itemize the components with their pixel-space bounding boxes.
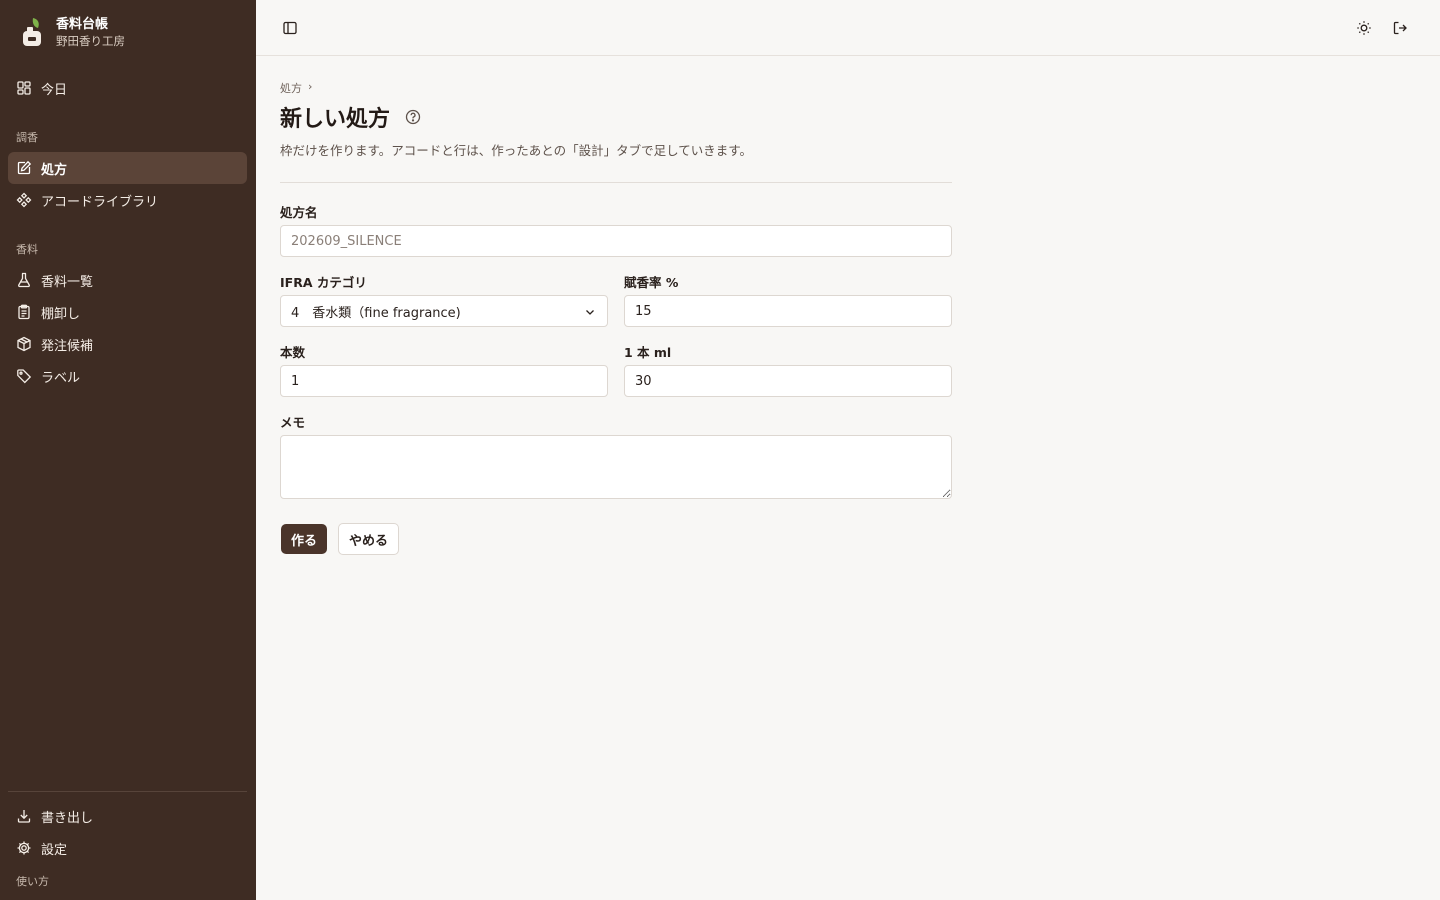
memo-label: メモ [280, 415, 306, 430]
sidebar-item-label: 今日 [41, 82, 68, 98]
create-button[interactable]: 作る [281, 524, 328, 554]
sidebar-item-accord-library[interactable]: アコードライブラリ [8, 184, 247, 216]
breadcrumb-link-formula[interactable]: 処方 [280, 80, 302, 96]
sidebar-item-today[interactable]: 今日 [8, 72, 247, 104]
chevron-down-icon [586, 310, 594, 315]
fragrance-rate-input[interactable] [624, 295, 952, 327]
flask-icon [18, 272, 30, 288]
help-circle-icon[interactable] [404, 108, 422, 126]
tag-icon [17, 369, 32, 384]
top-header [256, 0, 1440, 56]
logout-icon [1393, 21, 1407, 35]
sidebar-item-label: 書き出し [41, 810, 94, 826]
memo-textarea[interactable] [280, 435, 952, 499]
sidebar-divider [8, 791, 247, 792]
bottle-count-input[interactable] [280, 365, 608, 397]
components-icon [16, 192, 32, 208]
sidebar-item-materials[interactable]: 香料一覧 [8, 264, 247, 296]
formula-name-input[interactable] [280, 225, 952, 257]
sidebar-item-label: 香料一覧 [41, 274, 94, 290]
ml-per-bottle-input[interactable] [624, 365, 952, 397]
clipboard-icon [18, 304, 30, 320]
nav-section-blend: 調香 [16, 131, 38, 144]
page-title-row: 新しい処方 [280, 101, 422, 133]
sun-icon [1357, 21, 1371, 35]
edit-note-icon [17, 160, 32, 175]
sidebar: 香料台帳 野田香り工房 今日 調香 処方 アコードライブラリ 香料 香料一覧 棚… [0, 0, 256, 900]
brand-logo-icon [20, 16, 44, 48]
page-title: 新しい処方 [280, 107, 391, 132]
breadcrumb: 処方 › [280, 80, 312, 96]
page-description: 枠だけを作ります。アコードと行は、作ったあとの「設計」タブで足していきます。 [280, 143, 753, 158]
brand-subtitle: 野田香り工房 [56, 34, 125, 48]
sidebar-item-label: 設定 [41, 842, 68, 858]
sidebar-item-label: 処方 [41, 162, 68, 178]
sidebar-item-labels[interactable]: ラベル [8, 360, 247, 392]
sidebar-item-export[interactable]: 書き出し [8, 800, 247, 832]
sidebar-item-settings[interactable]: 設定 [8, 832, 247, 864]
breadcrumb-separator: › [308, 80, 313, 93]
theme-toggle-button[interactable] [1350, 14, 1378, 42]
brand-title: 香料台帳 [56, 17, 109, 32]
ifra-category-select[interactable]: 4 香水類（fine fragrance) [280, 295, 608, 327]
sidebar-item-help[interactable]: 使い方 [16, 873, 49, 889]
formula-name-label: 処方名 [280, 205, 318, 220]
sidebar-toggle-button[interactable] [276, 14, 304, 42]
download-icon [17, 810, 31, 823]
logout-button[interactable] [1386, 14, 1414, 42]
fragrance-rate-label: 賦香率 % [624, 275, 679, 290]
sidebar-item-formula[interactable]: 処方 [8, 152, 247, 184]
sidebar-item-label: アコードライブラリ [41, 194, 159, 210]
sidebar-item-label: ラベル [41, 370, 81, 386]
sidebar-item-label: 発注候補 [41, 338, 94, 354]
brand[interactable]: 香料台帳 野田香り工房 [20, 16, 125, 50]
dashboard-icon [17, 81, 31, 95]
gear-icon [17, 841, 31, 855]
nav-section-materials: 香料 [16, 243, 38, 256]
sidebar-item-label: 棚卸し [41, 306, 81, 322]
ml-per-bottle-label: 1 本 ml [624, 345, 672, 360]
sidebar-item-order-candidates[interactable]: 発注候補 [8, 328, 247, 360]
sidebar-item-inventory[interactable]: 棚卸し [8, 296, 247, 328]
cancel-button[interactable]: やめる [338, 523, 400, 555]
section-divider [280, 182, 952, 183]
bottle-count-label: 本数 [280, 345, 306, 360]
ifra-category-value: 4 香水類（fine fragrance) [291, 305, 461, 321]
package-icon [17, 336, 31, 352]
sidebar-toggle-icon [283, 21, 297, 35]
ifra-category-label: IFRA カテゴリ [280, 275, 367, 290]
